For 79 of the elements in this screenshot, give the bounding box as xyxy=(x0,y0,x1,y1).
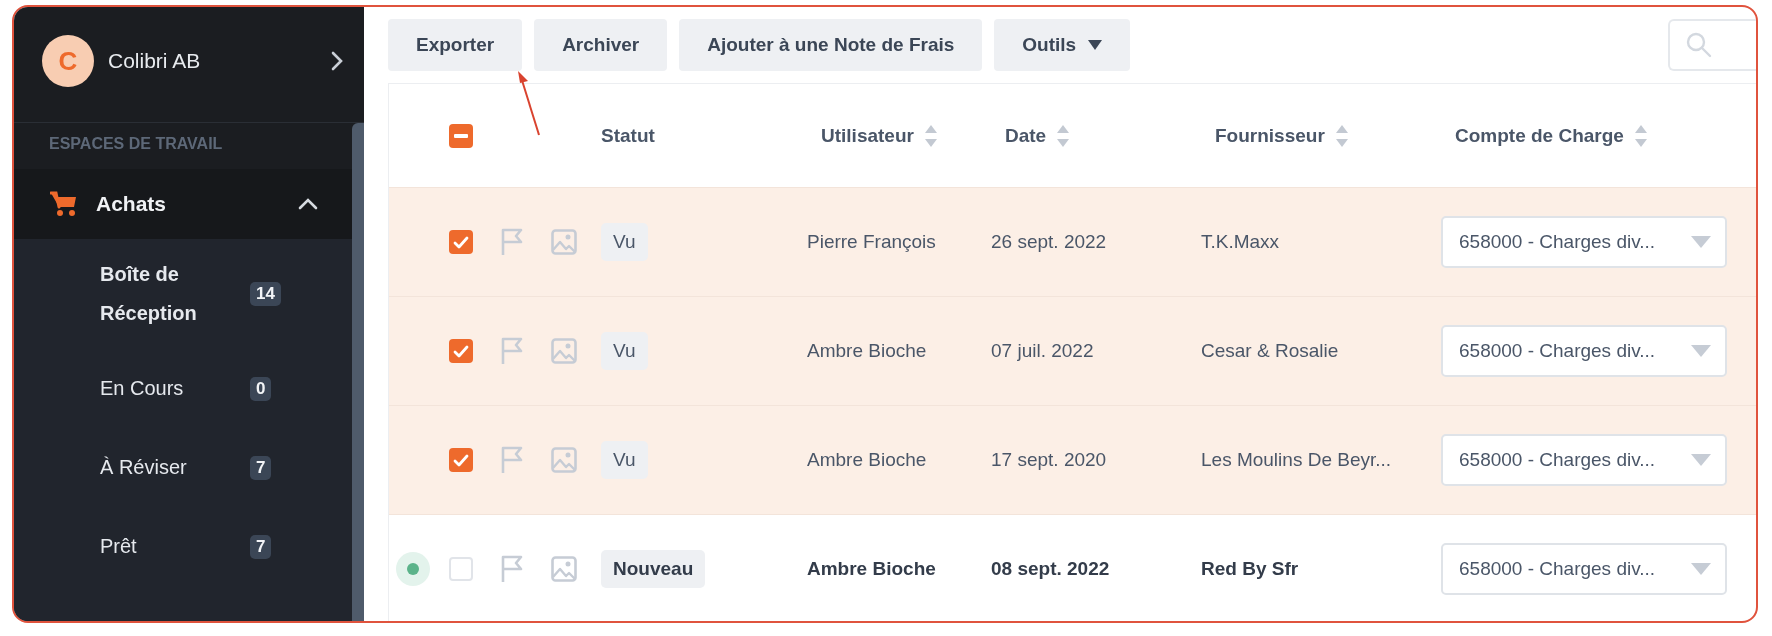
menu-button[interactable]: Outils xyxy=(994,19,1131,71)
toolbar-button[interactable]: Ajouter à une Note de Frais xyxy=(679,19,983,71)
table-cell-text: 26 sept. 2022 xyxy=(991,231,1108,253)
sidebar-item[interactable]: Prêt 7 xyxy=(14,507,352,586)
table-cell-text: 17 sept. 2020 xyxy=(991,449,1108,471)
scrollbar[interactable] xyxy=(352,123,364,621)
search-field[interactable] xyxy=(1668,19,1756,71)
table-row[interactable]: Nouveau Ambre Bioche 08 sept. 2022 Red By Sfr 658000 - Charges div... xyxy=(389,514,1756,621)
flag-icon[interactable] xyxy=(500,228,524,256)
account-dropdown[interactable]: 658000 - Charges div... xyxy=(1441,543,1727,595)
account-dropdown[interactable]: 658000 - Charges div... xyxy=(1441,216,1727,268)
count-badge: 0 xyxy=(250,376,272,401)
caret-icon xyxy=(1691,236,1711,248)
count-badge: 7 xyxy=(250,455,272,480)
table-cell-text: Ambre Bioche xyxy=(807,558,937,580)
account-dropdown[interactable]: 658000 - Charges div... xyxy=(1441,434,1727,486)
sidebar-item[interactable]: Boîte de Réception 14 xyxy=(14,239,352,349)
status-tag: Vu xyxy=(601,441,648,479)
chevron-right-icon xyxy=(330,50,344,72)
column-header[interactable]: Compte de Charge xyxy=(1441,124,1756,147)
caret-icon xyxy=(1691,563,1711,575)
table-cell-text: 08 sept. 2022 xyxy=(991,558,1111,580)
account-dropdown[interactable]: 658000 - Charges div... xyxy=(1441,325,1727,377)
table-row[interactable]: Vu Ambre Bioche 07 juil. 2022 Cesar & Rosalie 658000 - Charges div... xyxy=(389,296,1756,405)
sidebar-item[interactable]: En Cours 0 xyxy=(14,349,352,428)
table-cell-text: Les Moulins De Beyr... xyxy=(1201,449,1393,471)
status-tag: Vu xyxy=(601,332,648,370)
row-checkbox[interactable] xyxy=(449,557,473,581)
row-checkbox[interactable] xyxy=(449,230,473,254)
annotation-arrow xyxy=(516,71,542,137)
status-tag: Vu xyxy=(601,223,648,261)
minus-icon xyxy=(454,133,468,138)
caret-icon xyxy=(1088,40,1103,50)
section-label: ESPACES DE TRAVAIL xyxy=(48,134,224,154)
toolbar-button[interactable]: Exporter xyxy=(388,19,523,71)
caret-icon xyxy=(1691,454,1711,466)
image-icon[interactable] xyxy=(551,447,577,473)
cart-icon xyxy=(50,191,78,217)
item-label: En Cours xyxy=(100,376,185,401)
table-cell-text: Cesar & Rosalie xyxy=(1201,340,1340,362)
chevron-up-icon xyxy=(298,198,318,210)
column-header[interactable]: Fournisseur xyxy=(1201,124,1441,147)
select-all-checkbox[interactable] xyxy=(449,123,473,148)
table-cell-text: Ambre Bioche xyxy=(807,449,928,471)
checkmark-icon xyxy=(453,235,469,249)
image-icon[interactable] xyxy=(551,229,577,255)
count-badge: 14 xyxy=(250,282,281,306)
table-cell-text: Pierre François xyxy=(807,231,937,253)
table-row[interactable]: Vu Ambre Bioche 17 sept. 2020 Les Moulins De Beyr... 658000 - Charges div... xyxy=(389,405,1756,514)
toolbar-button[interactable]: Archiver xyxy=(534,19,668,71)
checkmark-icon xyxy=(453,344,469,358)
checkmark-icon xyxy=(453,453,469,467)
account-header[interactable]: C Colibri AB xyxy=(14,7,364,123)
item-label: Prêt xyxy=(100,534,138,559)
image-icon[interactable] xyxy=(551,338,577,364)
flag-icon[interactable] xyxy=(500,337,524,365)
table-cell-text: Ambre Bioche xyxy=(807,340,928,362)
account-name: Colibri AB xyxy=(108,48,202,74)
caret-icon xyxy=(1691,345,1711,357)
image-icon[interactable] xyxy=(551,556,577,582)
flag-icon[interactable] xyxy=(500,555,524,583)
count-badge: 7 xyxy=(250,534,272,559)
flag-icon[interactable] xyxy=(500,446,524,474)
row-checkbox[interactable] xyxy=(449,448,473,472)
table-cell-text: 07 juil. 2022 xyxy=(991,340,1095,362)
search-icon xyxy=(1686,32,1712,58)
table-row[interactable]: Vu Pierre François 26 sept. 2022 T.K.Maxx 658000 - Charges div... xyxy=(389,187,1756,296)
group-header[interactable]: Achats xyxy=(14,169,352,239)
sidebar-item[interactable]: À Réviser 7 xyxy=(14,428,352,507)
row-checkbox[interactable] xyxy=(449,339,473,363)
column-header: Statut xyxy=(600,124,656,147)
item-label: À Réviser xyxy=(100,455,188,480)
table-cell-text: Red By Sfr xyxy=(1201,558,1300,580)
column-header[interactable]: Utilisateur xyxy=(807,124,991,147)
table-cell-text: T.K.Maxx xyxy=(1201,231,1281,253)
status-tag: Nouveau xyxy=(601,550,706,588)
avatar: C xyxy=(42,35,94,87)
item-label: Boîte de Réception xyxy=(100,262,198,326)
column-header[interactable]: Date xyxy=(991,124,1201,147)
